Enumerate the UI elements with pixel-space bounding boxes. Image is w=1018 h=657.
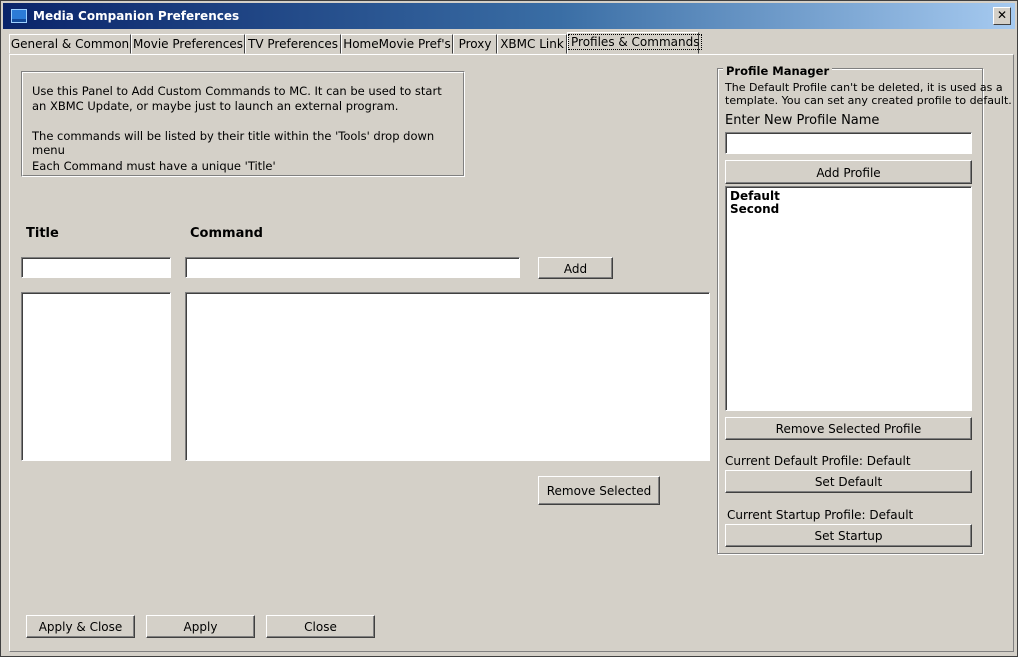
profile-item-second[interactable]: Second bbox=[730, 202, 779, 216]
tab-tv-preferences[interactable]: TV Preferences bbox=[245, 34, 341, 54]
info-text-3: The commands will be listed by their tit… bbox=[32, 129, 435, 157]
add-command-button[interactable]: Add bbox=[538, 257, 613, 279]
current-default-profile: Current Default Profile: Default bbox=[725, 454, 911, 468]
tab-general-common[interactable]: General & Common bbox=[9, 34, 131, 54]
apply-close-button[interactable]: Apply & Close bbox=[26, 615, 135, 638]
profile-item-default[interactable]: Default bbox=[730, 189, 780, 203]
add-profile-button[interactable]: Add Profile bbox=[725, 160, 972, 184]
command-list[interactable] bbox=[185, 292, 710, 461]
command-input[interactable] bbox=[185, 257, 520, 278]
set-startup-button[interactable]: Set Startup bbox=[725, 524, 972, 547]
title-input[interactable] bbox=[21, 257, 171, 278]
info-text-4: Each Command must have a unique 'Title' bbox=[32, 159, 276, 173]
command-label: Command bbox=[190, 226, 263, 241]
profile-desc-1: The Default Profile can't be deleted, it… bbox=[725, 81, 1003, 94]
tab-profiles-commands[interactable]: Profiles & Commands bbox=[567, 32, 703, 54]
remove-profile-button[interactable]: Remove Selected Profile bbox=[725, 417, 972, 440]
new-profile-label: Enter New Profile Name bbox=[725, 113, 880, 128]
tab-homemovie-prefs[interactable]: HomeMovie Pref's bbox=[341, 34, 453, 54]
preferences-window: Media Companion Preferences ✕ General & … bbox=[0, 0, 1018, 657]
current-startup-profile: Current Startup Profile: Default bbox=[727, 508, 914, 522]
window-title: Media Companion Preferences bbox=[33, 9, 240, 23]
profile-desc-2: template. You can set any created profil… bbox=[725, 94, 1012, 107]
title-bar[interactable]: Media Companion Preferences ✕ bbox=[3, 3, 1015, 29]
profile-list[interactable]: Default Second bbox=[725, 186, 972, 411]
tab-xbmc-link[interactable]: XBMC Link bbox=[497, 34, 567, 54]
remove-selected-button[interactable]: Remove Selected bbox=[538, 476, 660, 505]
tab-movie-preferences[interactable]: Movie Preferences bbox=[131, 34, 245, 54]
info-text-2: an XBMC Update, or maybe just to launch … bbox=[32, 99, 399, 113]
new-profile-input[interactable] bbox=[725, 132, 972, 154]
title-label: Title bbox=[26, 226, 59, 241]
apply-button[interactable]: Apply bbox=[146, 615, 255, 638]
info-box: Use this Panel to Add Custom Commands to… bbox=[21, 71, 465, 177]
info-text-1: Use this Panel to Add Custom Commands to… bbox=[32, 84, 442, 98]
set-default-button[interactable]: Set Default bbox=[725, 470, 972, 493]
close-window-button[interactable]: ✕ bbox=[993, 7, 1011, 25]
tab-proxy[interactable]: Proxy bbox=[453, 34, 497, 54]
profile-manager-title: Profile Manager bbox=[723, 64, 833, 78]
title-list[interactable] bbox=[21, 292, 171, 461]
close-button[interactable]: Close bbox=[266, 615, 375, 638]
app-icon bbox=[11, 9, 27, 23]
